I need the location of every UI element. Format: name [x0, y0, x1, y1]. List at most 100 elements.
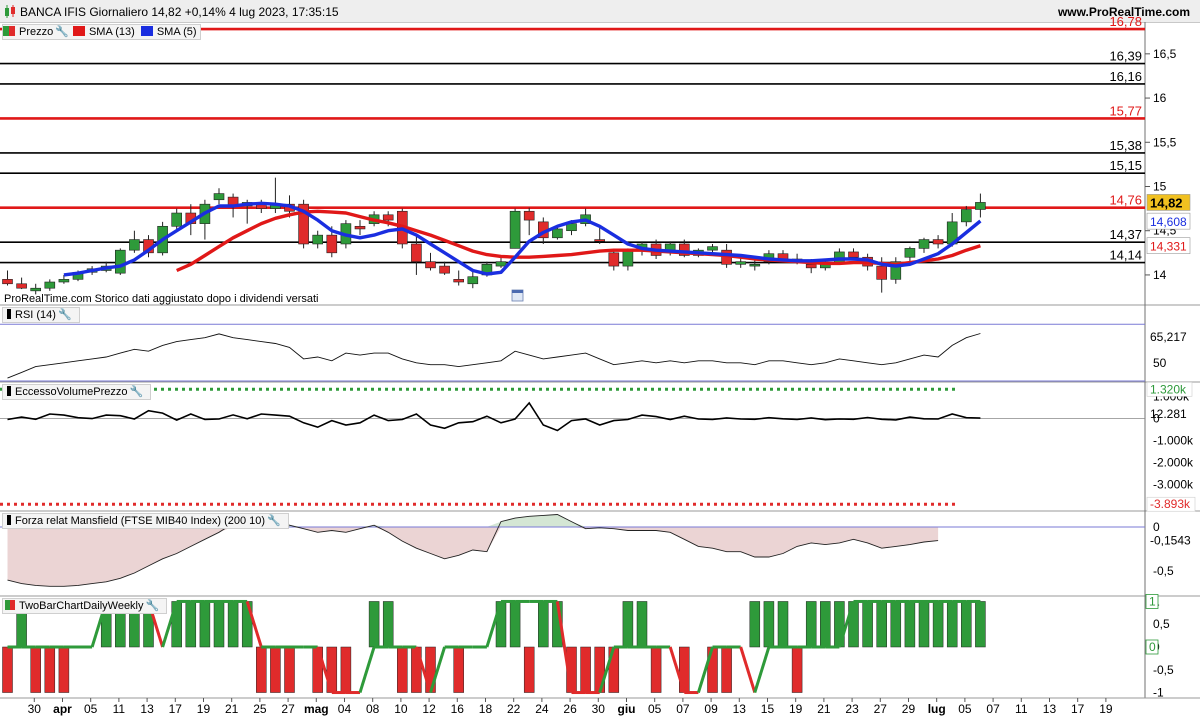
x-tick-label: 23: [845, 702, 859, 716]
candle-body: [425, 261, 436, 269]
twobar-bar: [509, 601, 521, 648]
legend-price[interactable]: Prezzo: [19, 25, 53, 39]
candle-body: [975, 202, 986, 210]
twobar-bar: [876, 601, 887, 648]
candle-body: [129, 239, 140, 251]
twobar-bar: [44, 646, 56, 693]
x-tick-label: 08: [366, 702, 380, 716]
candle-body: [848, 251, 859, 258]
twobar-bar: [538, 601, 549, 648]
x-tick-label: 07: [676, 702, 690, 716]
candle-body: [735, 261, 747, 265]
legend-sma13[interactable]: SMA (13): [89, 25, 135, 39]
x-tick-label: lug: [928, 702, 946, 716]
rsi-line: [7, 333, 981, 379]
twobar-bar: [397, 646, 408, 693]
candle-body: [834, 251, 845, 263]
wrench-icon[interactable]: 🔧: [130, 385, 144, 399]
level-label: 14,37: [1109, 227, 1142, 242]
legend-mansfield[interactable]: Forza relat Mansfield (FTSE MIB40 Index)…: [15, 514, 265, 528]
x-tick-label: 19: [1099, 702, 1113, 716]
x-tick-label: mag: [304, 702, 329, 716]
twobar-bar: [805, 601, 817, 648]
twobar-bar: [213, 601, 225, 648]
twobar-weekly-line: [739, 646, 757, 693]
wrench-icon[interactable]: 🔧: [267, 514, 281, 528]
twobar-bar: [791, 646, 803, 693]
square-icon: [72, 26, 85, 36]
x-tick-label: 29: [902, 702, 916, 716]
level-label: 16,16: [1109, 69, 1142, 84]
level-label: 14,14: [1109, 248, 1142, 263]
mansfield-negative-area: [7, 526, 939, 587]
last-value-label: 12.281: [1150, 407, 1187, 421]
candle-body: [382, 214, 394, 221]
level-label: 15,77: [1109, 103, 1142, 118]
twobar-bar: [862, 601, 873, 648]
bar-icon: [7, 386, 11, 396]
twobar-bar: [270, 646, 281, 693]
candle-icon: [3, 26, 15, 36]
twobar-bar: [227, 601, 239, 648]
candle-body: [44, 281, 56, 289]
upper-threshold-label: 1.320k: [1150, 382, 1187, 396]
candle-body: [312, 234, 324, 245]
candle-body: [213, 193, 225, 201]
legend-rsi[interactable]: RSI (14): [15, 308, 56, 322]
twobar-bar: [30, 646, 41, 693]
y-tick-label: -0,5: [1153, 564, 1174, 578]
legend-twobar[interactable]: TwoBarChartDailyWeekly: [19, 599, 144, 613]
last-value-label: -0,1543: [1150, 534, 1191, 548]
x-tick-label: 13: [140, 702, 154, 716]
y-tick-label: 0,5: [1153, 617, 1170, 631]
x-tick-label: 15: [761, 702, 775, 716]
legend-sma5[interactable]: SMA (5): [157, 25, 197, 39]
chart-canvas[interactable]: 16,51615,51514,51416,7816,3916,1615,7715…: [0, 0, 1200, 720]
twobar-bar: [904, 601, 916, 648]
twobar-bar: [2, 646, 13, 693]
x-tick-label: 05: [84, 702, 98, 716]
twobar-bar: [256, 646, 267, 693]
legend-evp[interactable]: EccessoVolumePrezzo: [15, 385, 128, 399]
wrench-icon[interactable]: 🔧: [58, 308, 72, 322]
x-tick-label: 16: [451, 702, 465, 716]
data-footnote: ProRealTime.com Storico dati aggiustato …: [4, 293, 319, 305]
candle-body: [552, 228, 563, 239]
lower-threshold-label: -3.893k: [1150, 497, 1191, 511]
last-value-label: 1: [1149, 594, 1156, 608]
twobar-bar: [382, 601, 394, 648]
candle-body: [326, 234, 338, 254]
candle-body: [2, 279, 13, 285]
candle-body: [707, 246, 718, 251]
y-tick-label: -2.000k: [1153, 455, 1194, 469]
x-tick-label: 27: [281, 702, 295, 716]
x-tick-label: 11: [113, 702, 126, 716]
x-tick-label: 19: [197, 702, 211, 716]
last-value-label: 0: [1149, 640, 1156, 654]
x-tick-label: 18: [479, 702, 493, 716]
y-tick-label: -0,5: [1153, 663, 1174, 677]
y-tick-label: -1.000k: [1153, 433, 1194, 447]
candle-body: [30, 287, 42, 292]
candle-body: [932, 239, 944, 245]
bar-icon: [7, 515, 11, 525]
calendar-icon-header: [512, 290, 523, 293]
twobar-bar: [749, 601, 761, 648]
twobar-bar: [820, 601, 831, 648]
x-tick-label: 04: [338, 702, 352, 716]
twobar-bar: [650, 646, 662, 693]
twobar-bar: [368, 601, 380, 648]
rsi-legend: RSI (14) 🔧: [2, 307, 80, 323]
mansfield-legend: Forza relat Mansfield (FTSE MIB40 Index)…: [2, 513, 289, 529]
x-tick-label: 05: [648, 702, 662, 716]
x-tick-label: 21: [225, 702, 239, 716]
wrench-icon[interactable]: 🔧: [146, 599, 160, 613]
twobar-bar: [340, 646, 352, 693]
x-tick-label: 13: [1043, 702, 1057, 716]
twobar-legend: TwoBarChartDailyWeekly 🔧: [2, 598, 168, 614]
y-tick-label: 15,5: [1153, 135, 1177, 149]
bar-icon: [7, 309, 11, 319]
candle-body: [58, 279, 70, 283]
twobar-bar: [777, 601, 789, 648]
wrench-icon[interactable]: 🔧: [55, 25, 69, 39]
